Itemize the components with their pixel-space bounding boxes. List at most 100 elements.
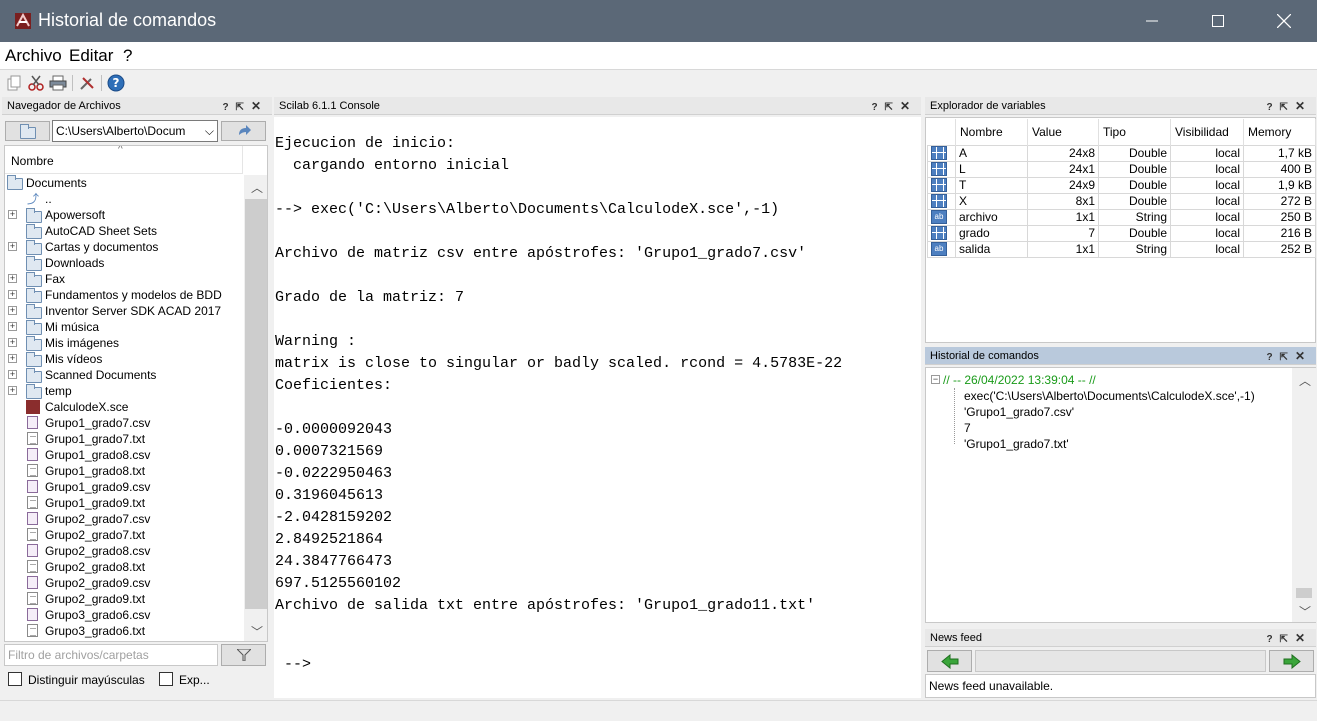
scroll-down-icon[interactable]: ﹀ <box>251 623 263 640</box>
news-previous-button[interactable] <box>927 650 972 672</box>
expand-icon[interactable]: + <box>8 306 17 315</box>
expand-icon[interactable]: + <box>8 322 17 331</box>
file-tree-item[interactable]: Grupo1_grado9.csv <box>5 479 243 495</box>
file-tree-item[interactable]: Grupo2_grado9.txt <box>5 591 243 607</box>
panel-help-icon[interactable]: ? <box>1266 102 1279 113</box>
file-tree-item[interactable]: Grupo1_grado7.csv <box>5 415 243 431</box>
file-tree-item[interactable]: + Mi música <box>5 319 243 335</box>
expand-icon[interactable]: + <box>8 242 17 251</box>
menu-help[interactable]: ? <box>123 46 132 66</box>
file-tree-item[interactable]: Grupo3_grado6.txt <box>5 623 243 639</box>
file-tree-item[interactable]: Grupo2_grado8.txt <box>5 559 243 575</box>
filter-button[interactable] <box>221 644 266 666</box>
console-output[interactable]: Ejecucion de inicio: cargando entorno in… <box>274 117 921 698</box>
vertical-scrollbar[interactable]: ︿ ﹀ <box>244 175 267 641</box>
variable-row[interactable]: ab salida 1x1 String local 252 B <box>927 240 1316 258</box>
panel-close-icon[interactable]: ✕ <box>1295 349 1312 363</box>
col-nombre[interactable]: Nombre <box>955 119 1028 145</box>
expand-icon[interactable]: + <box>8 354 17 363</box>
expand-icon[interactable]: + <box>8 210 17 219</box>
variable-row[interactable]: X 8x1 Double local 272 B <box>927 192 1316 210</box>
history-entry[interactable]: exec('C:\Users\Alberto\Documents\Calculo… <box>964 388 1255 404</box>
expand-icon[interactable]: + <box>8 370 17 379</box>
name-column-header[interactable]: ^ Nombre <box>5 146 243 174</box>
help-icon[interactable]: ? <box>106 73 126 93</box>
panel-close-icon[interactable]: ✕ <box>1295 631 1312 645</box>
go-parent-button[interactable] <box>221 121 266 141</box>
col-memory[interactable]: Memory <box>1243 119 1316 145</box>
panel-close-icon[interactable]: ✕ <box>251 99 268 113</box>
file-tree-item[interactable]: + Fax <box>5 271 243 287</box>
print-icon[interactable] <box>48 73 68 93</box>
expand-icon[interactable]: + <box>8 338 17 347</box>
file-tree-item[interactable]: Grupo1_grado7.txt <box>5 431 243 447</box>
panel-undock-icon[interactable]: ⇱ <box>236 102 251 113</box>
browse-folder-button[interactable] <box>5 121 50 141</box>
panel-undock-icon[interactable]: ⇱ <box>1280 634 1295 645</box>
file-tree-item[interactable]: + Fundamentos y modelos de BDD <box>5 287 243 303</box>
col-tipo[interactable]: Tipo <box>1098 119 1171 145</box>
copy-icon[interactable] <box>4 73 24 93</box>
history-session[interactable]: // -- 26/04/2022 13:39:04 -- // <box>943 372 1096 388</box>
scroll-up-icon[interactable]: ︿ <box>251 179 263 196</box>
maximize-button[interactable] <box>1185 0 1251 42</box>
minimize-button[interactable] <box>1119 0 1185 42</box>
scrollbar-thumb[interactable] <box>245 199 267 609</box>
collapse-icon[interactable]: − <box>931 375 940 384</box>
panel-undock-icon[interactable]: ⇱ <box>885 102 900 113</box>
panel-help-icon[interactable]: ? <box>871 102 884 113</box>
panel-undock-icon[interactable]: ⇱ <box>1280 102 1295 113</box>
file-tree-item[interactable]: AutoCAD Sheet Sets <box>5 223 243 239</box>
cut-icon[interactable] <box>26 73 46 93</box>
file-tree-item[interactable]: Grupo1_grado9.txt <box>5 495 243 511</box>
tree-root[interactable]: Documents <box>5 175 243 191</box>
scroll-down-icon[interactable]: ﹀ <box>1299 603 1311 620</box>
panel-help-icon[interactable]: ? <box>1266 352 1279 363</box>
path-combobox[interactable]: C:\Users\Alberto\Docum ⌵ <box>52 120 218 142</box>
file-tree-item[interactable]: Grupo2_grado7.txt <box>5 527 243 543</box>
preferences-icon[interactable] <box>77 73 97 93</box>
variable-row[interactable]: L 24x1 Double local 400 B <box>927 160 1316 178</box>
scrollbar-thumb[interactable] <box>1296 588 1312 598</box>
panel-close-icon[interactable]: ✕ <box>1295 99 1312 113</box>
col-value[interactable]: Value <box>1027 119 1099 145</box>
file-tree-item[interactable]: + Mis vídeos <box>5 351 243 367</box>
variable-row[interactable]: ab archivo 1x1 String local 250 B <box>927 208 1316 226</box>
file-tree-item[interactable]: CalculodeX.sce <box>5 399 243 415</box>
history-entry[interactable]: 7 <box>964 420 971 436</box>
file-tree-item[interactable]: + Scanned Documents <box>5 367 243 383</box>
file-tree-item[interactable]: + Inventor Server SDK ACAD 2017 <box>5 303 243 319</box>
file-tree-item[interactable]: Grupo2_grado7.csv <box>5 511 243 527</box>
history-scrollbar[interactable]: ︿ ﹀ <box>1292 368 1316 622</box>
file-filter-input[interactable]: Filtro de archivos/carpetas <box>4 644 218 666</box>
variable-row[interactable]: A 24x8 Double local 1,7 kB <box>927 144 1316 162</box>
regexp-checkbox[interactable] <box>159 672 173 686</box>
file-tree-item[interactable]: Grupo1_grado8.txt <box>5 463 243 479</box>
file-tree-item[interactable]: + Apowersoft <box>5 207 243 223</box>
file-tree-item[interactable]: + Mis imágenes <box>5 335 243 351</box>
expand-icon[interactable]: + <box>8 386 17 395</box>
menu-editar[interactable]: Editar <box>69 46 113 66</box>
expand-icon[interactable]: + <box>8 290 17 299</box>
console-prompt[interactable]: --> <box>275 654 921 676</box>
file-tree-item[interactable]: Downloads <box>5 255 243 271</box>
panel-help-icon[interactable]: ? <box>222 102 235 113</box>
scroll-up-icon[interactable]: ︿ <box>1299 372 1311 389</box>
history-entry[interactable]: 'Grupo1_grado7.csv' <box>964 404 1074 420</box>
panel-help-icon[interactable]: ? <box>1266 634 1279 645</box>
file-tree-item[interactable]: Grupo2_grado8.csv <box>5 543 243 559</box>
file-tree-item[interactable]: + temp <box>5 383 243 399</box>
close-button[interactable] <box>1251 0 1317 42</box>
case-sensitive-checkbox[interactable] <box>8 672 22 686</box>
expand-icon[interactable]: + <box>8 274 17 283</box>
file-tree-item[interactable]: Grupo3_grado6.csv <box>5 607 243 623</box>
file-tree-item[interactable]: Grupo2_grado9.csv <box>5 575 243 591</box>
variable-row[interactable]: T 24x9 Double local 1,9 kB <box>927 176 1316 194</box>
col-visibilidad[interactable]: Visibilidad <box>1170 119 1244 145</box>
history-entry[interactable]: 'Grupo1_grado7.txt' <box>964 436 1069 452</box>
news-next-button[interactable] <box>1269 650 1314 672</box>
menu-archivo[interactable]: Archivo <box>5 46 62 66</box>
chevron-down-icon[interactable]: ⌵ <box>205 121 214 141</box>
file-tree-item[interactable]: ⤴.. <box>5 191 243 207</box>
panel-undock-icon[interactable]: ⇱ <box>1280 352 1295 363</box>
